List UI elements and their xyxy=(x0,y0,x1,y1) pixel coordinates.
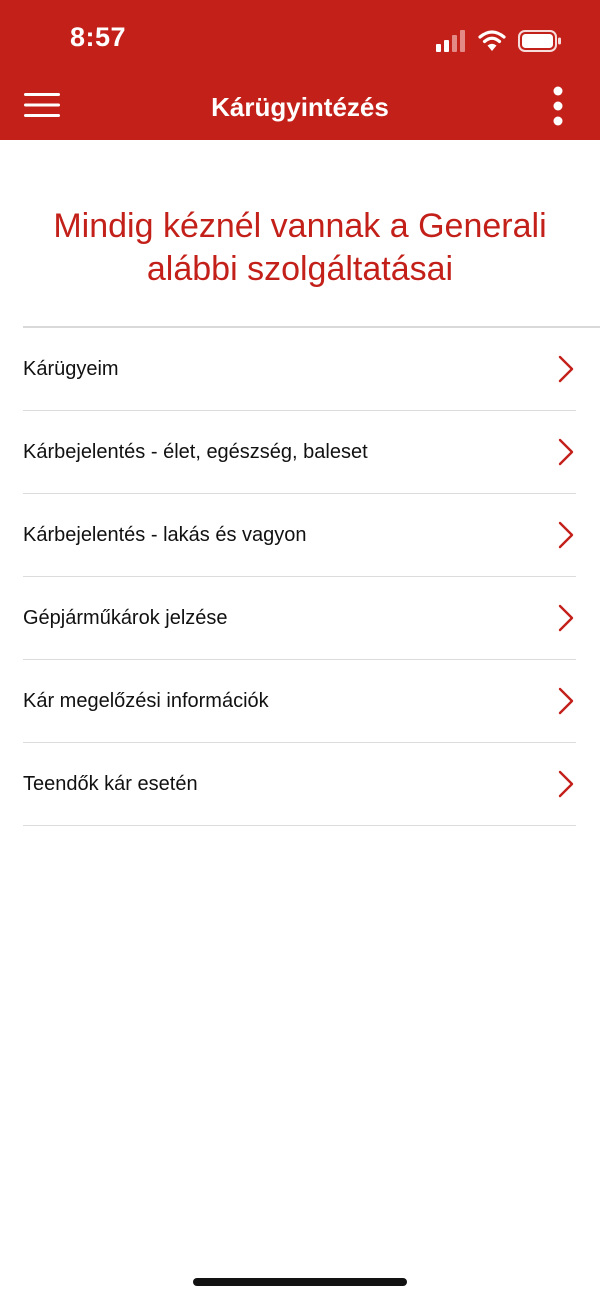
home-indicator[interactable] xyxy=(193,1278,407,1286)
menu-item-gepjarmukarok[interactable]: Gépjárműkárok jelzése xyxy=(23,577,576,660)
app-header: 8:57 Kárügyintézés xyxy=(0,0,600,140)
claims-menu-list: Kárügyeim Kárbejelentés - élet, egészség… xyxy=(23,328,576,826)
menu-item-karbejelentes-lakas[interactable]: Kárbejelentés - lakás és vagyon xyxy=(23,494,576,577)
signal-icon xyxy=(436,30,465,52)
chevron-right-icon xyxy=(558,521,574,549)
menu-item-karugyeim[interactable]: Kárügyeim xyxy=(23,328,576,411)
menu-item-karbejelentes-elet[interactable]: Kárbejelentés - élet, egészség, baleset xyxy=(23,411,576,494)
menu-item-kar-megelozes[interactable]: Kár megelőzési információk xyxy=(23,660,576,743)
menu-item-label: Kárbejelentés - élet, egészség, baleset xyxy=(23,441,368,463)
battery-icon xyxy=(518,30,561,52)
chevron-right-icon xyxy=(558,355,574,383)
menu-item-label: Kárügyeim xyxy=(23,358,119,380)
menu-item-teendok[interactable]: Teendők kár esetén xyxy=(23,743,576,826)
chevron-right-icon xyxy=(558,604,574,632)
status-time: 8:57 xyxy=(70,22,127,52)
menu-item-label: Teendők kár esetén xyxy=(23,773,198,795)
status-icons xyxy=(436,27,562,55)
wifi-icon xyxy=(478,30,506,51)
headline-line-1: Mindig kéznél vannak a Generali xyxy=(53,207,547,245)
more-vertical-icon[interactable] xyxy=(548,86,568,126)
menu-item-label: Kárbejelentés - lakás és vagyon xyxy=(23,524,307,546)
menu-item-label: Kár megelőzési információk xyxy=(23,690,269,712)
page-title: Kárügyintézés xyxy=(211,92,389,122)
menu-item-label: Gépjárműkárok jelzése xyxy=(23,607,228,629)
services-headline: Mindig kéznél vannak a Generali alábbi s… xyxy=(0,205,600,291)
chevron-right-icon xyxy=(558,770,574,798)
headline-line-2: alábbi szolgáltatásai xyxy=(146,250,454,288)
chevron-right-icon xyxy=(558,687,574,715)
chevron-right-icon xyxy=(558,438,574,466)
